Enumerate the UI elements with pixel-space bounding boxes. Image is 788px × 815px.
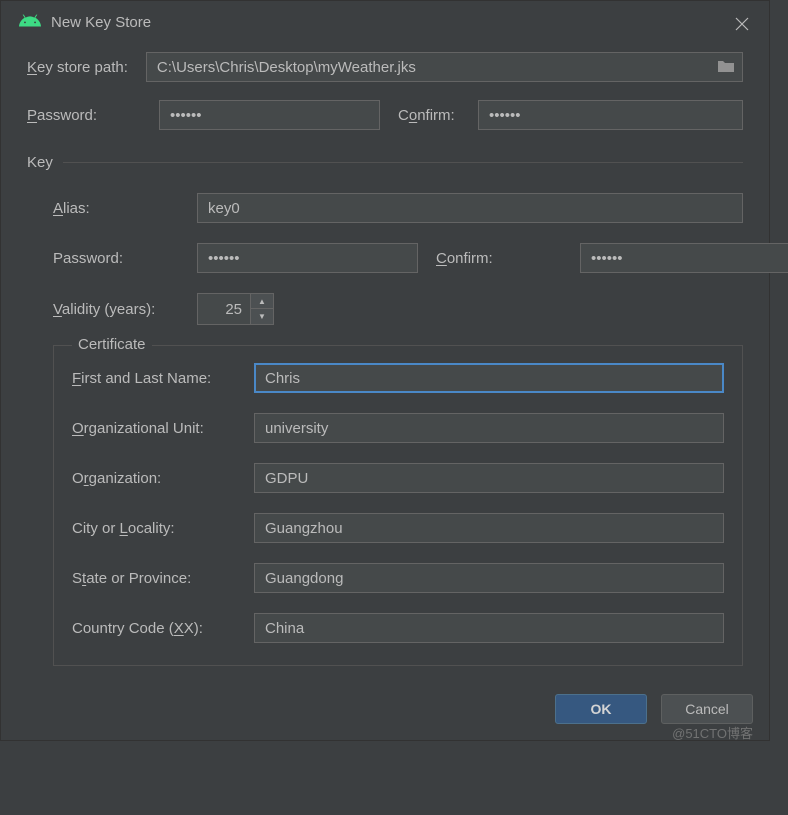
city-row: City or Locality: [72, 513, 724, 543]
org-unit-row: Organizational Unit: [72, 413, 724, 443]
watermark: @51CTO博客 [672, 723, 753, 742]
spinner-up-icon[interactable]: ▲ [251, 294, 273, 309]
keystore-path-wrapper [146, 52, 743, 82]
org-unit-input[interactable] [254, 413, 724, 443]
key-password-group: Password: [53, 243, 418, 273]
dialog-title: New Key Store [51, 14, 151, 31]
keystore-path-label: Key store path: [27, 59, 128, 76]
title-bar: New Key Store [1, 1, 769, 44]
cancel-button[interactable]: Cancel [661, 694, 753, 724]
certificate-fieldset: Certificate First and Last Name: Organiz… [53, 345, 743, 666]
keystore-password-label: Password: [27, 107, 145, 124]
first-last-name-row: First and Last Name: [72, 363, 724, 393]
first-last-name-label: First and Last Name: [72, 370, 240, 387]
key-confirm-label: Confirm: [436, 250, 566, 267]
key-section: Alias: Password: Confirm: Validity (year… [27, 175, 743, 666]
key-password-row: Password: Confirm: [53, 243, 743, 273]
validity-input[interactable] [198, 294, 250, 324]
key-password-label: Password: [53, 250, 183, 267]
city-input[interactable] [254, 513, 724, 543]
key-confirm-group: Confirm: [436, 243, 788, 273]
keystore-path-row: Key store path: [27, 52, 743, 82]
country-row: Country Code (XX): [72, 613, 724, 643]
keystore-password-group: Password: [27, 100, 380, 130]
country-label: Country Code (XX): [72, 620, 240, 637]
country-input[interactable] [254, 613, 724, 643]
alias-row: Alias: [53, 193, 743, 223]
city-label: City or Locality: [72, 520, 240, 537]
keystore-password-row: Password: Confirm: [27, 100, 743, 130]
validity-spinner: ▲ ▼ [197, 293, 274, 325]
key-section-header: Key [27, 154, 743, 171]
ok-button[interactable]: OK [555, 694, 647, 724]
keystore-password-input[interactable] [159, 100, 380, 130]
state-row: State or Province: [72, 563, 724, 593]
key-password-input[interactable] [197, 243, 418, 273]
spinner-down-icon[interactable]: ▼ [251, 309, 273, 324]
certificate-legend: Certificate [72, 336, 152, 353]
validity-label: Validity (years): [53, 301, 183, 318]
close-icon[interactable] [733, 15, 751, 33]
org-input[interactable] [254, 463, 724, 493]
keystore-path-input[interactable] [146, 52, 743, 82]
new-key-store-dialog: New Key Store Key store path: Password: … [0, 0, 770, 741]
button-bar: OK Cancel [1, 684, 769, 740]
keystore-confirm-input[interactable] [478, 100, 743, 130]
key-section-label: Key [27, 154, 53, 171]
state-input[interactable] [254, 563, 724, 593]
browse-folder-icon[interactable] [717, 59, 735, 76]
alias-label: Alias: [53, 200, 183, 217]
org-row: Organization: [72, 463, 724, 493]
org-label: Organization: [72, 470, 240, 487]
keystore-confirm-label: Confirm: [398, 107, 464, 124]
validity-row: Validity (years): ▲ ▼ [53, 293, 743, 325]
dialog-content: Key store path: Password: Confirm: Key [1, 44, 769, 684]
key-confirm-input[interactable] [580, 243, 788, 273]
spinner-buttons: ▲ ▼ [250, 294, 273, 324]
section-divider [63, 162, 743, 163]
org-unit-label: Organizational Unit: [72, 420, 240, 437]
alias-input[interactable] [197, 193, 743, 223]
state-label: State or Province: [72, 570, 240, 587]
first-last-name-input[interactable] [254, 363, 724, 393]
keystore-confirm-group: Confirm: [398, 100, 743, 130]
android-icon [19, 13, 41, 32]
